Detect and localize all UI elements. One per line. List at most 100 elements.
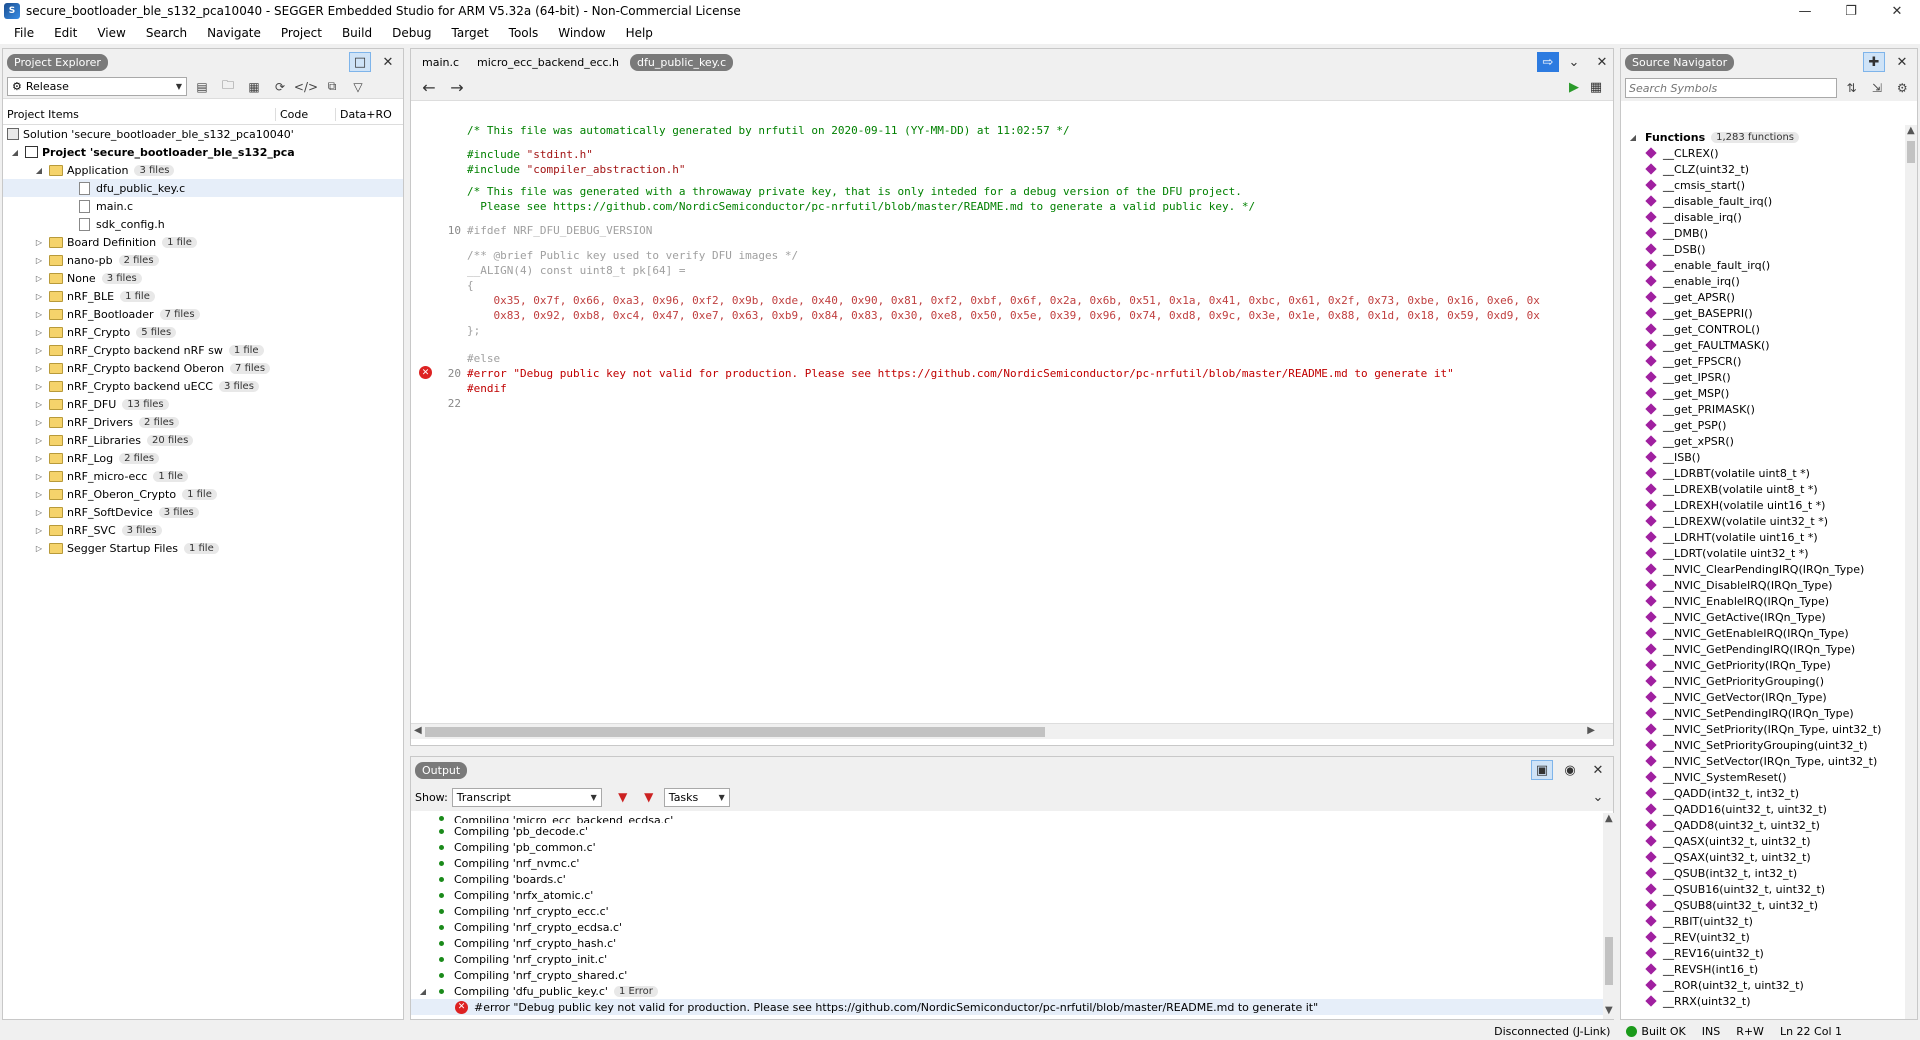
- column-project-items[interactable]: Project Items: [3, 108, 275, 121]
- menu-help[interactable]: Help: [616, 26, 663, 40]
- split-icon[interactable]: ⇨: [1537, 52, 1559, 72]
- error-icon[interactable]: ✕: [419, 366, 432, 379]
- back-arrow-icon[interactable]: ←: [415, 78, 443, 97]
- tree-folder[interactable]: ▷ nRF_Libraries 20 files: [3, 431, 403, 449]
- filter-icon[interactable]: ▽: [347, 77, 369, 97]
- chevron-down-icon[interactable]: ⌄: [1563, 52, 1585, 72]
- tree-folder[interactable]: ▷ nRF_BLE 1 file: [3, 287, 403, 305]
- expanded-icon[interactable]: ◢: [33, 166, 45, 175]
- expanded-icon[interactable]: ◢: [417, 987, 429, 996]
- function-item[interactable]: __QSUB8(uint32_t, uint32_t): [1621, 897, 1905, 913]
- collapsed-icon[interactable]: ▷: [33, 436, 45, 445]
- show-select[interactable]: Transcript ▼: [451, 787, 602, 807]
- collapsed-icon[interactable]: ▷: [33, 454, 45, 463]
- menu-view[interactable]: View: [87, 26, 135, 40]
- function-item[interactable]: __get_IPSR(): [1621, 369, 1905, 385]
- collapsed-icon[interactable]: ▷: [33, 328, 45, 337]
- sort-icon[interactable]: ⇅: [1841, 78, 1862, 98]
- function-item[interactable]: __LDRBT(volatile uint8_t *): [1621, 465, 1905, 481]
- collapsed-icon[interactable]: ▷: [33, 364, 45, 373]
- function-item[interactable]: __enable_fault_irq(): [1621, 257, 1905, 273]
- function-item[interactable]: __NVIC_ClearPendingIRQ(IRQn_Type): [1621, 561, 1905, 577]
- scrollbar-thumb[interactable]: [1605, 937, 1613, 985]
- tree-folder[interactable]: ▷ nRF_Crypto backend Oberon 7 files: [3, 359, 403, 377]
- tree-folder[interactable]: ▷ nRF_Crypto 5 files: [3, 323, 403, 341]
- symbol-list[interactable]: ◢ Functions 1,283 functions __CLREX() __C…: [1621, 125, 1905, 1019]
- list-item[interactable]: ◢ Compiling 'dfu_public_key.c' 1 Error: [411, 983, 1603, 999]
- expanded-icon[interactable]: ◢: [9, 148, 21, 157]
- function-item[interactable]: __get_BASEPRI(): [1621, 305, 1905, 321]
- tree-folder[interactable]: ▷ nRF_Crypto backend uECC 3 files: [3, 377, 403, 395]
- close-panel-icon[interactable]: ✕: [1891, 52, 1913, 72]
- function-item[interactable]: __LDRHT(volatile uint16_t *): [1621, 529, 1905, 545]
- function-item[interactable]: __NVIC_EnableIRQ(IRQn_Type): [1621, 593, 1905, 609]
- collapsed-icon[interactable]: ▷: [33, 292, 45, 301]
- tree-file[interactable]: dfu_public_key.c: [3, 179, 403, 197]
- console-icon[interactable]: ▣: [1531, 760, 1553, 780]
- close-tab-icon[interactable]: ✕: [1591, 52, 1613, 72]
- open-folder-icon[interactable]: 🗀: [217, 77, 239, 97]
- function-item[interactable]: __RRX(uint32_t): [1621, 993, 1905, 1009]
- tree-folder[interactable]: ▷ nRF_Crypto backend nRF sw 1 file: [3, 341, 403, 359]
- tree-folder-application[interactable]: ◢ Application 3 files: [3, 161, 403, 179]
- collapsed-icon[interactable]: ▷: [33, 490, 45, 499]
- tree-folder[interactable]: ▷ nRF_micro-ecc 1 file: [3, 467, 403, 485]
- collapsed-icon[interactable]: ▷: [33, 418, 45, 427]
- menu-navigate[interactable]: Navigate: [197, 26, 271, 40]
- build-icon[interactable]: ▦: [1585, 78, 1607, 98]
- function-item[interactable]: __NVIC_GetEnableIRQ(IRQn_Type): [1621, 625, 1905, 641]
- sync-icon[interactable]: ✚: [1863, 52, 1885, 72]
- vertical-scrollbar[interactable]: ▲: [1905, 125, 1917, 1019]
- menu-edit[interactable]: Edit: [44, 26, 87, 40]
- function-item[interactable]: __LDREXW(volatile uint32_t *): [1621, 513, 1905, 529]
- tree-folder[interactable]: ▷ nano-pb 2 files: [3, 251, 403, 269]
- close-panel-icon[interactable]: ✕: [377, 52, 399, 72]
- tree-folder[interactable]: ▷ Segger Startup Files 1 file: [3, 539, 403, 557]
- tree-file[interactable]: sdk_config.h: [3, 215, 403, 233]
- function-item[interactable]: __get_PSP(): [1621, 417, 1905, 433]
- collapsed-icon[interactable]: ▷: [33, 472, 45, 481]
- function-item[interactable]: __LDREXH(volatile uint16_t *): [1621, 497, 1905, 513]
- menu-window[interactable]: Window: [548, 26, 615, 40]
- close-panel-icon[interactable]: ✕: [1587, 760, 1609, 780]
- function-item[interactable]: __REV16(uint32_t): [1621, 945, 1905, 961]
- tree-folder[interactable]: ▷ nRF_Drivers 2 files: [3, 413, 403, 431]
- tasks-select[interactable]: Tasks ▼: [663, 787, 730, 807]
- menu-debug[interactable]: Debug: [382, 26, 441, 40]
- menu-build[interactable]: Build: [332, 26, 382, 40]
- function-item[interactable]: __NVIC_SystemReset(): [1621, 769, 1905, 785]
- function-item[interactable]: __cmsis_start(): [1621, 177, 1905, 193]
- filter-warnings-icon[interactable]: ▼: [638, 787, 660, 807]
- collapsed-icon[interactable]: ▷: [33, 256, 45, 265]
- function-item[interactable]: __QSUB16(uint32_t, uint32_t): [1621, 881, 1905, 897]
- menu-file[interactable]: File: [4, 26, 44, 40]
- new-file-icon[interactable]: ▤: [191, 77, 213, 97]
- tree-solution[interactable]: Solution 'secure_bootloader_ble_s132_pca…: [3, 125, 403, 143]
- menu-project[interactable]: Project: [271, 26, 332, 40]
- tree-folder[interactable]: ▷ Board Definition 1 file: [3, 233, 403, 251]
- scroll-up-icon[interactable]: ▲: [1605, 813, 1613, 824]
- search-symbols-input[interactable]: [1625, 78, 1837, 98]
- settings-icon[interactable]: ⚙: [1892, 78, 1913, 98]
- build-status[interactable]: Built OK: [1618, 1025, 1693, 1038]
- scroll-right-icon[interactable]: ▶: [1587, 725, 1595, 736]
- scroll-up-icon[interactable]: ▲: [1907, 125, 1915, 136]
- function-item[interactable]: __get_xPSR(): [1621, 433, 1905, 449]
- refresh-icon[interactable]: ⟳: [269, 77, 291, 97]
- function-item[interactable]: __RBIT(uint32_t): [1621, 913, 1905, 929]
- menu-search[interactable]: Search: [136, 26, 197, 40]
- minimize-icon[interactable]: —: [1782, 0, 1828, 22]
- properties-icon[interactable]: ▦: [243, 77, 265, 97]
- tree-folder[interactable]: ▷ nRF_Bootloader 7 files: [3, 305, 403, 323]
- tree-folder[interactable]: ▷ None 3 files: [3, 269, 403, 287]
- function-item[interactable]: __get_APSR(): [1621, 289, 1905, 305]
- function-item[interactable]: __QASX(uint32_t, uint32_t): [1621, 833, 1905, 849]
- functions-section[interactable]: ◢ Functions 1,283 functions: [1621, 129, 1905, 145]
- column-data-ro[interactable]: Data+RO: [335, 108, 403, 121]
- column-code[interactable]: Code: [275, 108, 335, 121]
- tab-micro-ecc-backend[interactable]: micro_ecc_backend_ecc.h: [470, 54, 626, 71]
- line-gutter[interactable]: [411, 103, 467, 723]
- maximize-icon[interactable]: ❐: [1828, 0, 1874, 22]
- menu-tools[interactable]: Tools: [499, 26, 549, 40]
- function-item[interactable]: __get_FAULTMASK(): [1621, 337, 1905, 353]
